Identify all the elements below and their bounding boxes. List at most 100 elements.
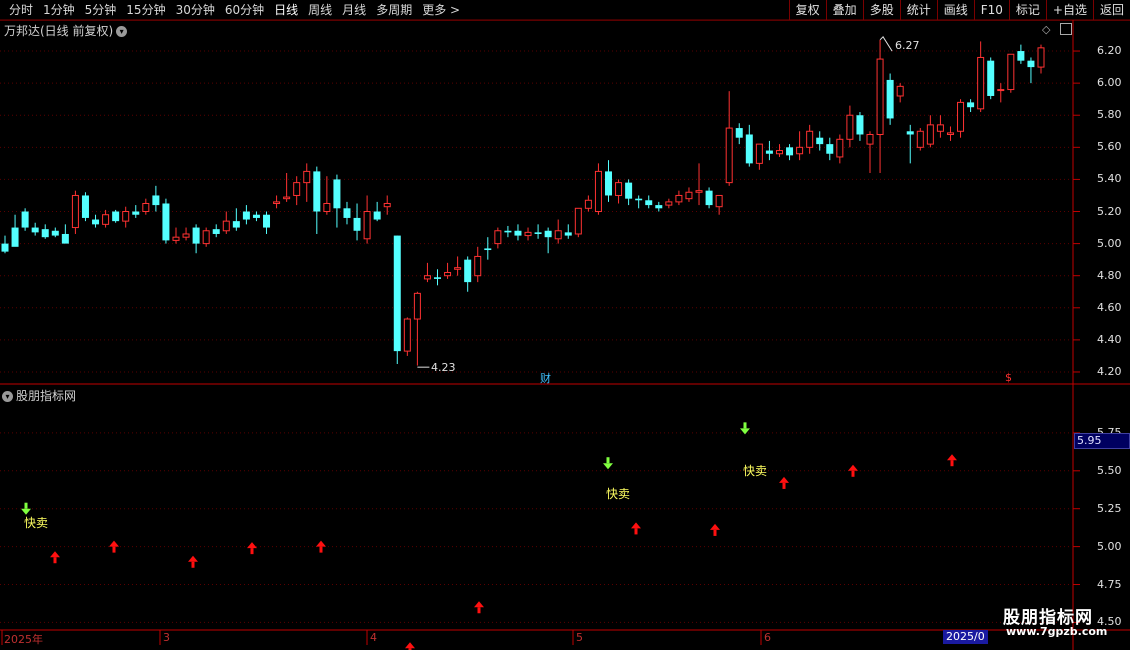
up-arrow bbox=[247, 542, 257, 549]
candle-body-up bbox=[474, 255, 482, 277]
main-panel-title-wrap: 万邦达(日线 前复权) ▾ bbox=[4, 22, 128, 39]
candle-body-up bbox=[413, 292, 421, 320]
candle-body-down bbox=[705, 190, 713, 206]
sell-signal-label: 快卖 bbox=[743, 464, 768, 478]
candle-body-down bbox=[816, 137, 824, 145]
dividend-marker[interactable]: $ bbox=[1005, 371, 1012, 384]
main-panel-title: 万邦达(日线 前复权) bbox=[4, 24, 114, 38]
candle-body-up bbox=[685, 191, 693, 200]
candle-body-down bbox=[544, 230, 552, 238]
candle-body-down bbox=[313, 171, 321, 212]
candle-body-down bbox=[655, 205, 663, 209]
candle-body-down bbox=[232, 221, 240, 228]
candle-body-up bbox=[896, 85, 904, 97]
up-arrow-stem bbox=[191, 561, 195, 568]
candle-body-down bbox=[786, 147, 794, 156]
candle-body-down bbox=[635, 198, 643, 201]
price-axis-label: 5.20 bbox=[1097, 204, 1122, 218]
candle-body-down bbox=[162, 203, 170, 241]
low-price-marker: 4.23 bbox=[431, 361, 456, 374]
up-arrow-stem bbox=[319, 546, 323, 553]
candle-body-down bbox=[263, 214, 271, 228]
candle-body-down bbox=[564, 232, 572, 236]
indicator-panel-title: 股朋指标网 bbox=[16, 389, 77, 403]
up-arrow-stem bbox=[713, 529, 717, 536]
up-arrow-stem bbox=[477, 607, 481, 614]
candle-body-up bbox=[926, 124, 934, 145]
candle-body-up bbox=[665, 201, 673, 206]
up-arrow bbox=[848, 464, 858, 471]
candle-body-up bbox=[775, 150, 783, 155]
candle-body-up bbox=[695, 190, 703, 193]
up-arrow-stem bbox=[250, 548, 254, 555]
indicator-axis-label: 5.00 bbox=[1097, 539, 1122, 553]
price-axis-label: 5.80 bbox=[1097, 108, 1122, 122]
candle-body-up bbox=[494, 230, 502, 245]
candle-body-up bbox=[383, 202, 391, 208]
up-arrow-stem bbox=[782, 482, 786, 489]
candle-body-up bbox=[102, 214, 110, 225]
candle-body-down bbox=[192, 227, 200, 244]
price-axis-label: 4.60 bbox=[1097, 300, 1122, 314]
up-arrow-stem bbox=[53, 557, 57, 564]
up-arrow bbox=[50, 551, 60, 558]
candle-body-down bbox=[826, 144, 834, 154]
candle-body-up bbox=[142, 202, 150, 213]
candle-body-down bbox=[132, 211, 140, 215]
chart-canvas[interactable] bbox=[0, 0, 1130, 650]
high-marker-line bbox=[879, 36, 893, 52]
candle-body-down bbox=[11, 227, 19, 247]
candle-body-up bbox=[71, 194, 79, 229]
chevron-down-icon[interactable]: ▾ bbox=[116, 26, 128, 37]
sell-arrow bbox=[603, 463, 613, 470]
candle-body-up bbox=[363, 211, 371, 240]
window-toggle-icon[interactable] bbox=[1060, 23, 1072, 35]
candle-body-down bbox=[1027, 60, 1035, 68]
candle-body-down bbox=[534, 232, 542, 234]
candle-body-down bbox=[41, 229, 49, 238]
date-label: 2025年 bbox=[4, 633, 43, 646]
candle-body-up bbox=[222, 220, 230, 232]
candle-body-down bbox=[735, 128, 743, 138]
watermark-url: www.7gpzb.com bbox=[1006, 625, 1108, 638]
candle-body-down bbox=[51, 230, 59, 236]
candle-body-up bbox=[796, 146, 804, 155]
candle-body-down bbox=[464, 259, 472, 283]
candle-body-up bbox=[876, 58, 884, 135]
candle-body-up bbox=[1037, 47, 1045, 68]
candle-body-down bbox=[333, 179, 341, 209]
up-arrow bbox=[779, 476, 789, 483]
candle-body-down bbox=[967, 102, 975, 108]
diamond-icon[interactable]: ◇ bbox=[1042, 23, 1050, 36]
candle-body-up bbox=[836, 138, 844, 158]
candle-body-up bbox=[866, 133, 874, 145]
candle-body-down bbox=[987, 60, 995, 96]
date-label: 6 bbox=[764, 631, 771, 644]
candle-body-up bbox=[283, 196, 291, 200]
candle-body-up bbox=[454, 267, 462, 270]
up-arrow bbox=[188, 555, 198, 562]
candle-body-up bbox=[715, 194, 723, 208]
up-arrow bbox=[316, 540, 326, 547]
candle-body-down bbox=[393, 235, 401, 352]
sell-arrow-stem bbox=[24, 502, 28, 509]
candle-body-down bbox=[625, 182, 633, 199]
date-label: 4 bbox=[370, 631, 377, 644]
candle-body-down bbox=[886, 79, 894, 119]
candle-body-down bbox=[81, 195, 89, 218]
price-axis-label: 5.60 bbox=[1097, 140, 1122, 154]
candle-body-down bbox=[765, 150, 773, 154]
candle-body-up bbox=[403, 318, 411, 352]
high-price-marker: 6.27 bbox=[895, 39, 920, 52]
date-label: 5 bbox=[576, 631, 583, 644]
up-arrow-stem bbox=[950, 460, 954, 467]
candle-body-up bbox=[977, 56, 985, 110]
up-arrow bbox=[474, 601, 484, 608]
candle-body-down bbox=[242, 211, 250, 220]
candle-body-down bbox=[21, 211, 29, 228]
current-value-box: 5.95 bbox=[1074, 433, 1130, 449]
chevron-down-icon[interactable]: ▾ bbox=[2, 391, 13, 402]
candle-body-down bbox=[856, 115, 864, 135]
price-axis-label: 4.80 bbox=[1097, 268, 1122, 282]
financial-report-marker[interactable]: 财 bbox=[540, 370, 551, 386]
